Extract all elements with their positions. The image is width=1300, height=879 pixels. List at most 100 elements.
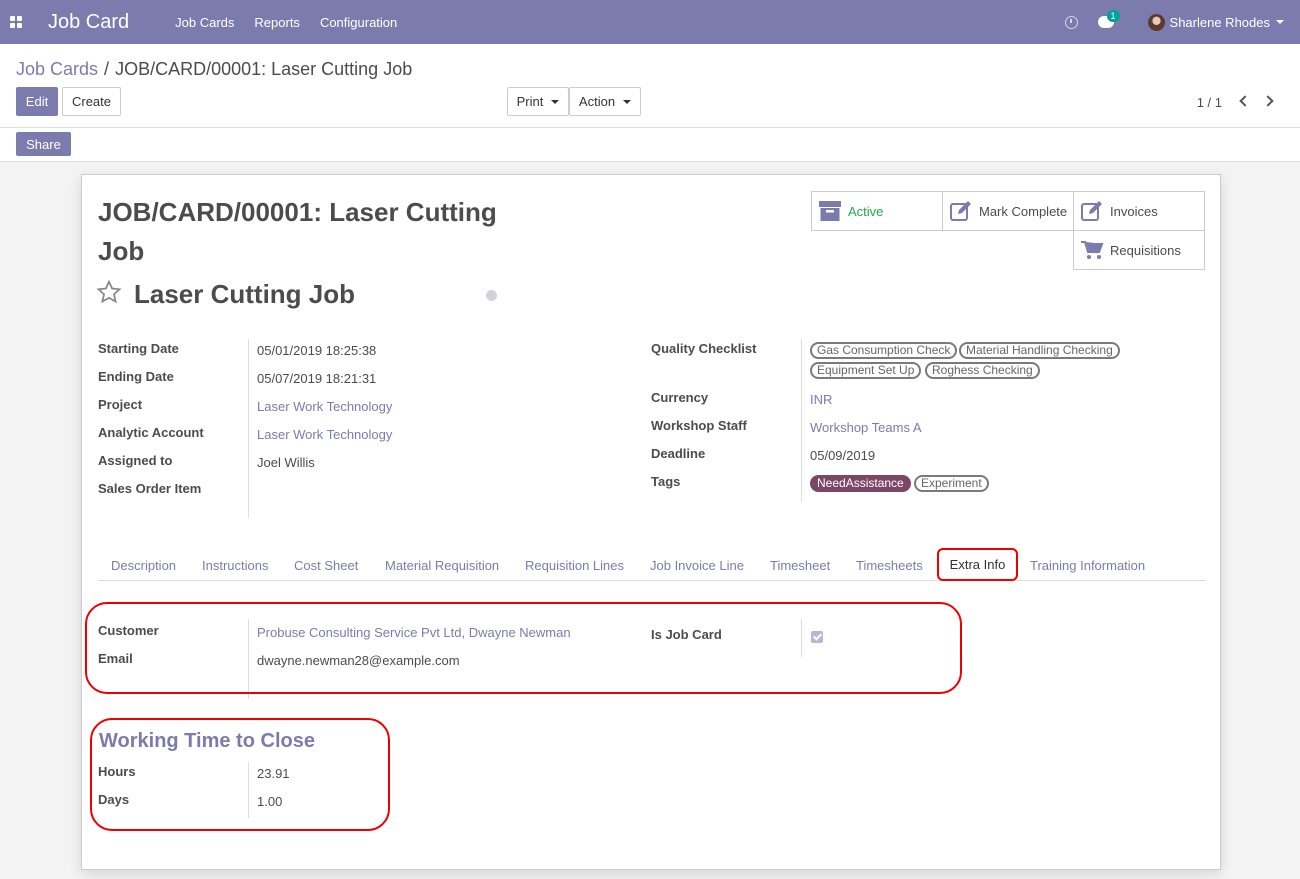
navbar-systray: 1 Sharlene Rhodes bbox=[1064, 0, 1300, 44]
assigned-to-label: Assigned to bbox=[98, 453, 173, 468]
main-menu: Job Cards Reports Configuration bbox=[175, 15, 417, 30]
action-dropdown[interactable]: Action bbox=[569, 87, 641, 116]
active-label: Active bbox=[848, 203, 884, 219]
record-name: Laser Cutting Job bbox=[134, 279, 356, 309]
tab-instructions[interactable]: Instructions bbox=[202, 558, 268, 573]
tag-experiment[interactable]: Experiment bbox=[914, 475, 989, 492]
sales-order-item-label: Sales Order Item bbox=[98, 481, 202, 496]
pager-previous-icon[interactable] bbox=[1238, 94, 1251, 108]
tab-description[interactable]: Description bbox=[111, 558, 176, 573]
working-time-title: Working Time to Close bbox=[99, 730, 315, 752]
deadline-label: Deadline bbox=[651, 446, 706, 461]
ending-date-value: 05/07/2019 18:21:31 bbox=[257, 371, 377, 386]
quality-tag[interactable]: Roghess Checking bbox=[925, 362, 1040, 379]
quality-tag[interactable]: Equipment Set Up bbox=[810, 362, 922, 379]
tab-job-invoice-line[interactable]: Job Invoice Line bbox=[650, 558, 744, 573]
project-label: Project bbox=[98, 397, 143, 412]
favorite-star-icon[interactable] bbox=[96, 279, 122, 305]
deadline-value: 05/09/2019 bbox=[810, 448, 876, 463]
hours-value: 23.91 bbox=[257, 766, 290, 781]
right-field-divider bbox=[801, 339, 802, 502]
menu-job-cards[interactable]: Job Cards bbox=[175, 15, 234, 30]
chatter-bar: Share bbox=[0, 128, 1300, 162]
workshop-staff-label: Workshop Staff bbox=[651, 418, 747, 433]
customer-link[interactable]: Probuse Consulting Service Pvt Ltd, Dway… bbox=[257, 625, 571, 640]
left-field-divider bbox=[248, 339, 249, 518]
breadcrumb: Job Cards / JOB/CARD/00001: Laser Cutting … bbox=[16, 59, 412, 80]
print-dropdown[interactable]: Print bbox=[507, 87, 569, 116]
tab-extra-info[interactable]: Extra Info bbox=[937, 548, 1018, 581]
shopping-cart-icon bbox=[1081, 241, 1104, 259]
quality-checklist-label: Quality Checklist bbox=[651, 341, 757, 356]
notebook-tabs: Description Instructions Cost Sheet Mate… bbox=[98, 548, 1206, 581]
invoices-button[interactable]: Invoices bbox=[1073, 191, 1205, 231]
create-button[interactable]: Create bbox=[62, 87, 121, 116]
user-menu-caret-icon[interactable] bbox=[1276, 20, 1284, 24]
user-avatar[interactable] bbox=[1147, 13, 1165, 31]
edit-button[interactable]: Edit bbox=[16, 87, 58, 116]
top-navbar: Job Card Job Cards Reports Configuration… bbox=[0, 0, 1300, 44]
email-value: dwayne.newman28@example.com bbox=[257, 653, 460, 668]
invoices-label: Invoices bbox=[1110, 203, 1158, 219]
quality-tag[interactable]: Material Handling Checking bbox=[959, 342, 1120, 359]
is-job-card-label: Is Job Card bbox=[651, 627, 722, 642]
tags-label: Tags bbox=[651, 474, 681, 489]
activity-clock-icon[interactable] bbox=[1064, 15, 1078, 29]
action-caret-icon bbox=[623, 99, 632, 104]
tab-material-requisition[interactable]: Material Requisition bbox=[385, 558, 499, 573]
user-name[interactable]: Sharlene Rhodes bbox=[1170, 15, 1270, 30]
record-title: JOB/CARD/00001: Laser Cutting Job bbox=[98, 197, 497, 266]
customer-label: Customer bbox=[98, 623, 159, 638]
extra-info-highlight bbox=[85, 602, 962, 694]
breadcrumb-current: JOB/CARD/00001: Laser Cutting Job bbox=[115, 59, 413, 79]
requisitions-button[interactable]: Requisitions bbox=[1073, 230, 1205, 270]
mark-complete-label: Mark Complete bbox=[979, 203, 1068, 219]
analytic-account-label: Analytic Account bbox=[98, 425, 204, 440]
pager-next-icon[interactable] bbox=[1262, 94, 1276, 108]
breadcrumb-separator: / bbox=[104, 59, 110, 79]
tab-cost-sheet[interactable]: Cost Sheet bbox=[294, 558, 358, 573]
starting-date-value: 05/01/2019 18:25:38 bbox=[257, 343, 377, 358]
tab-timesheet[interactable]: Timesheet bbox=[770, 558, 830, 573]
email-label: Email bbox=[98, 651, 133, 666]
currency-label: Currency bbox=[651, 390, 709, 405]
starting-date-label: Starting Date bbox=[98, 341, 179, 356]
tab-requisition-lines[interactable]: Requisition Lines bbox=[525, 558, 624, 573]
pager-value[interactable]: 1 / 1 bbox=[1197, 95, 1222, 110]
days-label: Days bbox=[98, 792, 130, 807]
working-time-divider bbox=[248, 762, 249, 818]
control-panel: Job Cards / JOB/CARD/00001: Laser Cutting … bbox=[0, 44, 1300, 128]
tab-training-information[interactable]: Training Information bbox=[1030, 558, 1145, 573]
days-value: 1.00 bbox=[257, 794, 283, 809]
ending-date-label: Ending Date bbox=[98, 369, 174, 384]
requisitions-label: Requisitions bbox=[1110, 242, 1181, 258]
apps-menu-icon[interactable] bbox=[10, 16, 22, 28]
mark-complete-button[interactable]: Mark Complete bbox=[942, 191, 1074, 231]
edit-pencil-icon bbox=[950, 201, 971, 221]
extra-left-divider bbox=[248, 619, 249, 699]
extra-right-divider bbox=[801, 619, 802, 657]
invoice-edit-icon bbox=[1081, 201, 1102, 221]
messaging-chat-icon[interactable]: 1 bbox=[1097, 10, 1120, 28]
tag-need-assistance[interactable]: NeedAssistance bbox=[810, 475, 911, 492]
currency-link[interactable]: INR bbox=[810, 392, 832, 407]
quality-tag[interactable]: Gas Consumption Check bbox=[810, 342, 958, 359]
app-title: Job Card bbox=[48, 10, 130, 33]
project-link[interactable]: Laser Work Technology bbox=[257, 399, 392, 414]
assigned-to-value: Joel Willis bbox=[257, 455, 315, 470]
print-caret-icon bbox=[551, 99, 560, 104]
analytic-account-link[interactable]: Laser Work Technology bbox=[257, 427, 392, 442]
chat-count-badge: 1 bbox=[1106, 10, 1120, 22]
menu-configuration[interactable]: Configuration bbox=[320, 15, 397, 30]
is-job-card-checkbox[interactable] bbox=[811, 631, 823, 643]
active-toggle-button[interactable]: Active bbox=[811, 191, 943, 231]
menu-reports[interactable]: Reports bbox=[254, 15, 300, 30]
workshop-staff-link[interactable]: Workshop Teams A bbox=[810, 420, 922, 435]
archive-box-icon bbox=[819, 201, 841, 221]
kanban-state-icon[interactable] bbox=[486, 290, 497, 301]
print-label: Print bbox=[516, 94, 544, 109]
share-button[interactable]: Share bbox=[16, 132, 71, 156]
hours-label: Hours bbox=[98, 764, 136, 779]
tab-timesheets[interactable]: Timesheets bbox=[856, 558, 923, 573]
breadcrumb-job-cards[interactable]: Job Cards bbox=[16, 59, 98, 79]
